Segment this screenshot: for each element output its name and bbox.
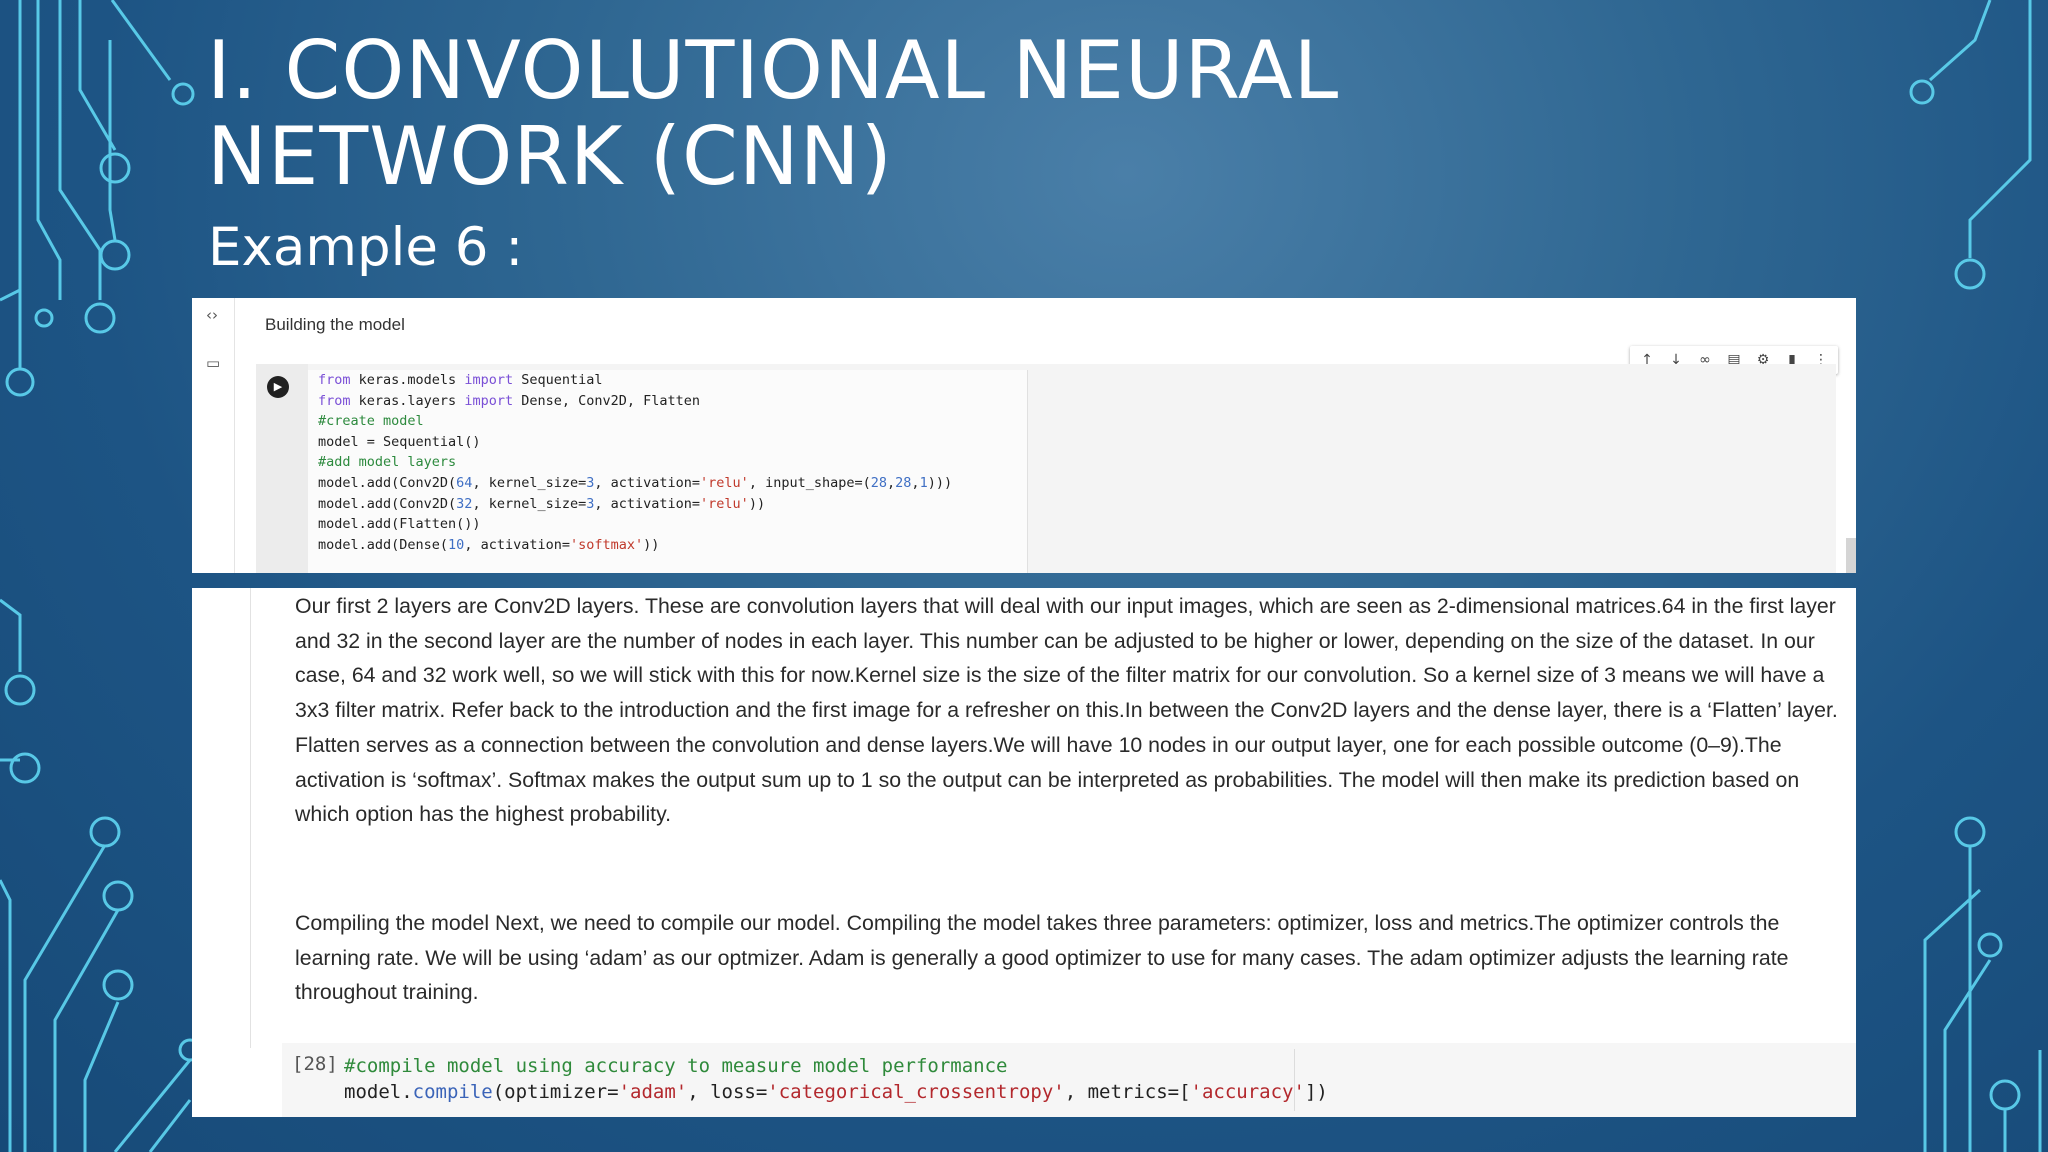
cell-divider-line bbox=[250, 588, 251, 1048]
cell-gutter: ▶ bbox=[256, 364, 308, 573]
code-line: model.add(Flatten()) bbox=[318, 516, 481, 533]
execution-count: [28] bbox=[292, 1053, 338, 1075]
compile-paragraph: Compiling the model Next, we need to com… bbox=[295, 911, 1789, 1005]
code-comment: #compile model using accuracy to measure… bbox=[344, 1055, 1008, 1077]
explanation-paragraph: Our first 2 layers are Conv2D layers. Th… bbox=[295, 594, 1838, 827]
notebook-panel-building-model: ‹› ▭ Building the model ↑ ↓ ∞ ▤ ⚙ ▮ ⋮ ▶ … bbox=[192, 298, 1856, 573]
code-editor[interactable]: from keras.models import Sequential from … bbox=[308, 370, 1028, 573]
play-icon[interactable]: ▶ bbox=[267, 376, 289, 398]
code-line: #add model layers bbox=[318, 454, 457, 471]
notebook-panel-explanation: Our first 2 layers are Conv2D layers. Th… bbox=[192, 588, 1856, 1117]
folder-icon[interactable]: ▭ bbox=[206, 354, 220, 372]
code-line: #create model bbox=[318, 413, 424, 430]
code-line: model = Sequential() bbox=[318, 433, 481, 450]
code-icon[interactable]: ‹› bbox=[206, 306, 218, 324]
code-line: model.add(Conv2D(64, kernel_size=3, acti… bbox=[318, 474, 953, 491]
cell-heading: Building the model bbox=[265, 315, 405, 334]
code-line: model.add(Conv2D(32, kernel_size=3, acti… bbox=[318, 495, 766, 512]
code-line: model.compile(optimizer='adam', loss='ca… bbox=[344, 1081, 1328, 1103]
code-line: from keras.models import Sequential bbox=[318, 372, 603, 388]
code-editor[interactable]: #compile model using accuracy to measure… bbox=[344, 1053, 1328, 1105]
editor-ruler bbox=[1294, 1049, 1295, 1111]
notebook-side-rail: ‹› ▭ bbox=[192, 298, 235, 573]
code-line: model.add(Dense(10, activation='softmax'… bbox=[318, 536, 660, 553]
slide-title: I. CONVOLUTIONAL NEURAL NETWORK (CNN) bbox=[207, 24, 1340, 203]
code-cell[interactable]: ▶ from keras.models import Sequential fro… bbox=[256, 364, 1836, 573]
compile-code-cell[interactable]: [28] #compile model using accuracy to me… bbox=[282, 1043, 1856, 1117]
slide-subtitle: Example 6 : bbox=[208, 217, 524, 278]
code-line: from keras.layers import Dense, Conv2D, … bbox=[318, 392, 701, 409]
scrollbar[interactable] bbox=[1846, 538, 1856, 573]
